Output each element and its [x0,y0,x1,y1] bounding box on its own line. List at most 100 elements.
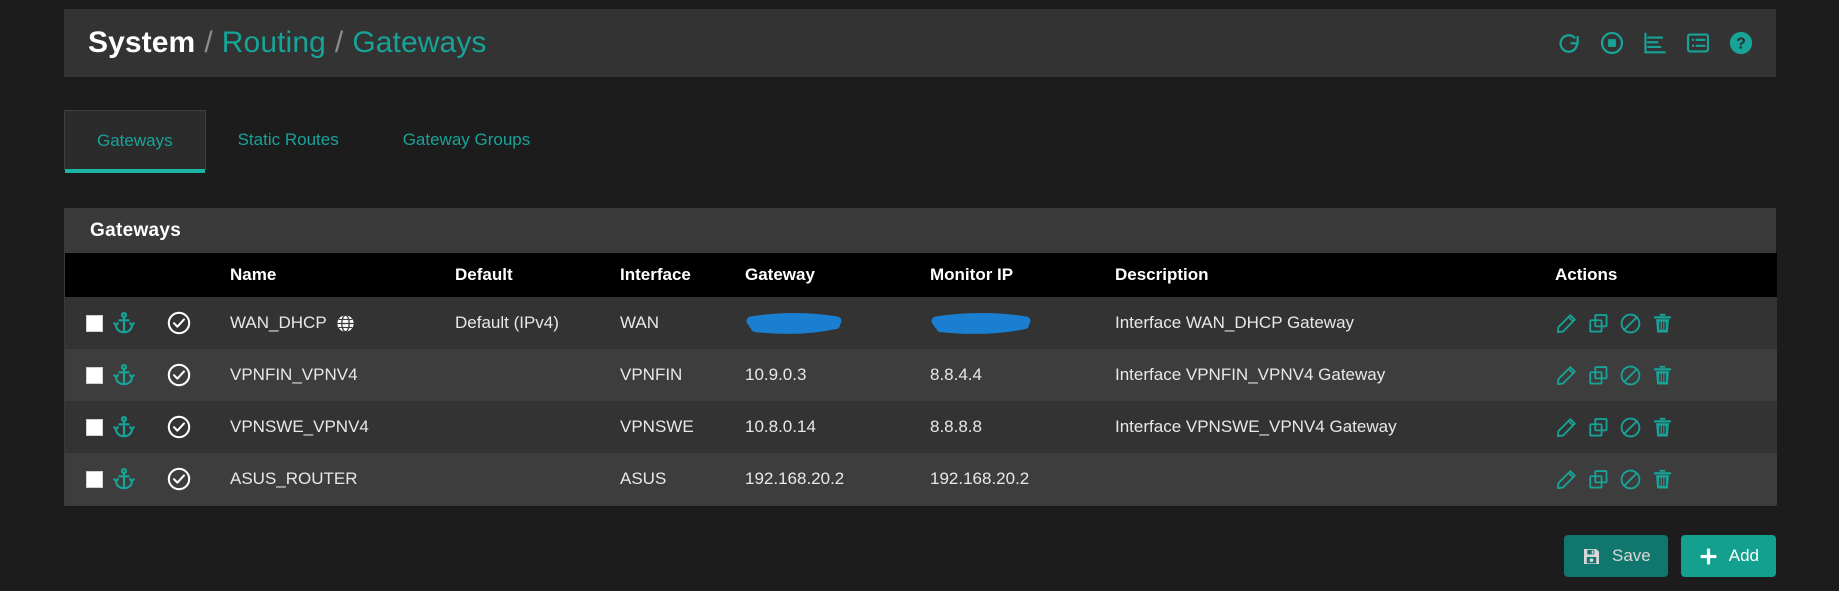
row-checkbox[interactable] [86,418,103,436]
cell-description [1115,453,1555,505]
cell-actions [1555,401,1777,453]
row-status-cell [160,453,230,505]
table-body: WAN_DHCP Default (IPv4) WAN Interface WAN_D… [65,297,1777,505]
delete-icon[interactable] [1651,416,1674,439]
table-header-row: Name Default Interface Gateway Monitor I… [65,253,1777,297]
anchor-icon[interactable] [112,363,136,387]
cell-name: WAN_DHCP [230,297,455,349]
check-circle-icon [166,414,192,440]
edit-icon[interactable] [1555,312,1578,335]
tab-static-routes[interactable]: Static Routes [206,110,371,170]
cell-monitor-ip: 192.168.20.2 [930,469,1030,488]
cell-actions [1555,453,1777,505]
anchor-icon[interactable] [112,467,136,491]
list-icon[interactable] [1685,30,1711,56]
table-row[interactable]: VPNSWE_VPNV4 VPNSWE 10.8.0.14 8.8.8.8 Interf… [65,401,1777,453]
redaction-mark [930,310,1034,336]
ban-icon[interactable] [1619,312,1642,335]
ban-icon[interactable] [1619,468,1642,491]
edit-icon[interactable] [1555,364,1578,387]
page-header: System / Routing / Gateways ? [64,9,1776,77]
delete-icon[interactable] [1651,468,1674,491]
add-button[interactable]: Add [1680,535,1776,577]
gateways-table: Name Default Interface Gateway Monitor I… [65,253,1777,505]
row-status-cell [160,349,230,401]
column-description: Description [1115,265,1209,284]
cell-gateway: 10.9.0.3 [745,365,807,384]
stop-icon[interactable] [1599,30,1625,56]
breadcrumb: System / Routing / Gateways [88,26,487,60]
tab-gateway-groups[interactable]: Gateway Groups [371,110,563,170]
redaction-mark [745,310,845,336]
restart-icon[interactable] [1556,30,1582,56]
row-checkbox[interactable] [86,470,103,488]
globe-icon [335,313,356,334]
row-checkbox[interactable] [86,314,103,332]
column-interface: Interface [620,265,691,284]
row-select-cell [65,401,160,453]
add-button-label: Add [1728,546,1759,565]
cell-interface: WAN [620,313,660,332]
cell-default [455,349,620,401]
table-row[interactable]: VPNFIN_VPNV4 VPNFIN 10.9.0.3 8.8.4.4 Interfa… [65,349,1777,401]
check-circle-icon [166,362,192,388]
column-actions: Actions [1555,265,1618,284]
gateways-page: System / Routing / Gateways ? Gateways S… [0,0,1839,591]
row-status-cell [160,297,230,349]
cell-description: Interface VPNFIN_VPNV4 Gateway [1115,365,1386,384]
tab-gateways[interactable]: Gateways [64,110,206,173]
gateway-name: VPNFIN_VPNV4 [230,365,358,384]
gateways-panel: Gateways Name Default Interface Gateway … [64,208,1777,506]
table-row[interactable]: WAN_DHCP Default (IPv4) WAN Interface WAN_D… [65,297,1777,349]
cell-default [455,453,620,505]
cell-actions [1555,349,1777,401]
delete-icon[interactable] [1651,364,1674,387]
breadcrumb-separator-1: / [204,26,213,59]
breadcrumb-gateways[interactable]: Gateways [352,26,486,60]
log-icon[interactable] [1642,30,1668,56]
save-button-label: Save [1612,546,1651,565]
save-icon [1581,546,1602,567]
cell-interface: VPNSWE [620,417,694,436]
cell-gateway: 192.168.20.2 [745,469,845,488]
copy-icon[interactable] [1587,468,1610,491]
table-row[interactable]: ASUS_ROUTER ASUS 192.168.20.2 192.168.20.2 [65,453,1777,505]
row-status-cell [160,401,230,453]
ban-icon[interactable] [1619,416,1642,439]
breadcrumb-routing[interactable]: Routing [222,26,326,60]
gateway-name: VPNSWE_VPNV4 [230,417,369,436]
column-status [160,253,230,297]
copy-icon[interactable] [1587,312,1610,335]
edit-icon[interactable] [1555,468,1578,491]
ban-icon[interactable] [1619,364,1642,387]
cell-actions [1555,297,1777,349]
save-button[interactable]: Save [1564,535,1668,577]
plus-icon [1698,546,1719,567]
cell-monitor-ip [930,297,1115,349]
copy-icon[interactable] [1587,364,1610,387]
form-actions: Save Add [1564,535,1776,577]
delete-icon[interactable] [1651,312,1674,335]
cell-name: VPNFIN_VPNV4 [230,349,455,401]
tab-gateways-label: Gateways [97,130,173,150]
row-select-cell [65,349,160,401]
cell-description: Interface VPNSWE_VPNV4 Gateway [1115,417,1397,436]
tab-bar: Gateways Static Routes Gateway Groups [64,110,1776,173]
anchor-icon[interactable] [112,311,136,335]
column-name: Name [230,265,277,284]
anchor-icon[interactable] [112,415,136,439]
panel-title: Gateways [65,209,1775,253]
tab-gateway-groups-label: Gateway Groups [402,130,531,149]
help-icon[interactable]: ? [1728,30,1754,56]
row-checkbox[interactable] [86,366,103,384]
cell-description: Interface WAN_DHCP Gateway [1115,313,1355,332]
edit-icon[interactable] [1555,416,1578,439]
header-actions: ? [1556,30,1754,56]
breadcrumb-system: System [88,26,196,59]
breadcrumb-separator-2: / [334,26,344,59]
copy-icon[interactable] [1587,416,1610,439]
cell-monitor-ip: 8.8.8.8 [930,417,982,436]
check-circle-icon [166,310,192,336]
column-default: Default [455,265,513,284]
column-monitor-ip: Monitor IP [930,265,1014,284]
